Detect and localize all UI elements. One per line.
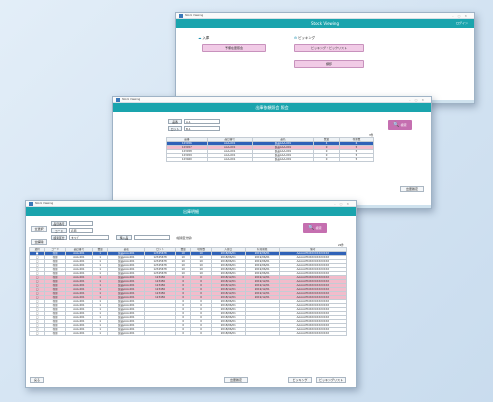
back-button[interactable]: 戻る	[30, 377, 44, 383]
detail-table: 選択 コード 品目番号 数量 品名 ロット 数量 現在数 入庫日 有効期限 備考 ■ 在庫 AAA-001…	[28, 247, 348, 336]
table-cell	[144, 331, 176, 336]
table-cell: 製品AAA-001	[107, 331, 146, 336]
table-row[interactable]: □ 在庫 AAA-001 1 製品AAA-001 0 0 2018/06/01 AAAAATKI…	[28, 331, 348, 336]
table-cell	[244, 331, 280, 336]
filter-b-input[interactable]: B-1	[184, 126, 220, 131]
login-link[interactable]: ログイン	[456, 19, 468, 28]
window-issue-inquiry: Stock Viewing –▢✕ 出庫依頼照会 照会 品番 A-1 ロット B-…	[112, 96, 432, 209]
range-note: (検索区分値)	[176, 236, 193, 240]
header-title: 出庫明細	[183, 209, 199, 214]
item-no-label: 品目番号	[51, 221, 67, 226]
code-label: コード	[51, 228, 67, 233]
inventory-button[interactable]: 棚卸	[294, 60, 364, 68]
stock-inquiry-button[interactable]: 予備在庫照会	[202, 44, 266, 52]
code-input[interactable]: 名称	[69, 228, 93, 233]
table-row[interactable]: 123460 AAA-001 製品AAA-001 0 5	[166, 157, 375, 162]
table-cell: 1	[91, 331, 109, 336]
win2-issue-button[interactable]: 出庫確定	[400, 186, 424, 192]
table-cell: 在庫	[44, 331, 66, 336]
item-no-input[interactable]	[69, 221, 93, 226]
table-cell: 5	[338, 157, 375, 162]
cloud-icon: ☁	[198, 36, 202, 40]
filter-a-label: 品番	[168, 119, 182, 124]
clear-all-button[interactable]: 全解除	[31, 239, 47, 245]
app-icon	[179, 14, 183, 18]
confirm-issue-button[interactable]: 出庫確定	[224, 377, 248, 383]
purchase-input[interactable]	[134, 235, 170, 240]
search-button[interactable]: 🔍 検索	[388, 120, 412, 130]
picking-list-button[interactable]: ピッキング・ピックリスト	[294, 44, 364, 52]
filter-a-input[interactable]: A-1	[184, 119, 220, 124]
section-left-title: ☁ 入庫	[198, 36, 210, 40]
select-all-button[interactable]: 全選択	[31, 226, 47, 232]
table-cell: AAA-001	[206, 157, 253, 162]
table-cell: 製品AAA-001	[251, 157, 315, 162]
section-right-title: ⚙ ピッキング	[294, 36, 315, 40]
table-cell: 2018/06/01	[210, 331, 246, 336]
status-label: 検索区分	[51, 235, 67, 240]
status-select[interactable]: すべて	[69, 235, 109, 240]
app-header: 出庫依頼照会 照会	[113, 103, 431, 112]
app-header: 出庫明細	[26, 207, 356, 216]
table-cell: □	[28, 331, 46, 336]
table-cell: AAA-001	[64, 331, 93, 336]
picking-button[interactable]: ピッキング	[288, 377, 312, 383]
app-icon	[116, 98, 120, 102]
results-table: 品番 品目番号 品名 数量 在庫数 123456 AAA-001 製品AAA-001 4 6 123…	[166, 137, 375, 162]
header-title: 出庫依頼照会 照会	[255, 105, 289, 110]
picking-list-button[interactable]: ピッキングリスト	[316, 377, 346, 383]
table-cell: 0	[190, 331, 212, 336]
window-main-menu: Stock Viewing –▢✕ Stock Viewing ログイン ☁ 入庫 …	[175, 12, 475, 104]
magnifier-icon: 🔍	[308, 225, 315, 231]
table-cell: AAAAATKIXXXXXXXXXXX	[278, 331, 348, 336]
filter-b-label: ロット	[168, 126, 182, 131]
window-issue-detail: Stock Viewing –▢✕ 出庫明細 全選択 全解除 品目番号 コード 名…	[25, 200, 357, 388]
gear-icon: ⚙	[294, 36, 298, 40]
purchase-label: 購入品	[116, 235, 132, 240]
header-title: Stock Viewing	[310, 21, 340, 26]
table-cell: 0	[313, 157, 340, 162]
table-cell: 0	[174, 331, 192, 336]
app-header: Stock Viewing ログイン	[176, 19, 474, 28]
table-cell: 123460	[166, 157, 208, 162]
search-button[interactable]: 🔍 検索	[303, 223, 327, 233]
magnifier-icon: 🔍	[393, 122, 400, 128]
app-icon	[29, 202, 33, 206]
